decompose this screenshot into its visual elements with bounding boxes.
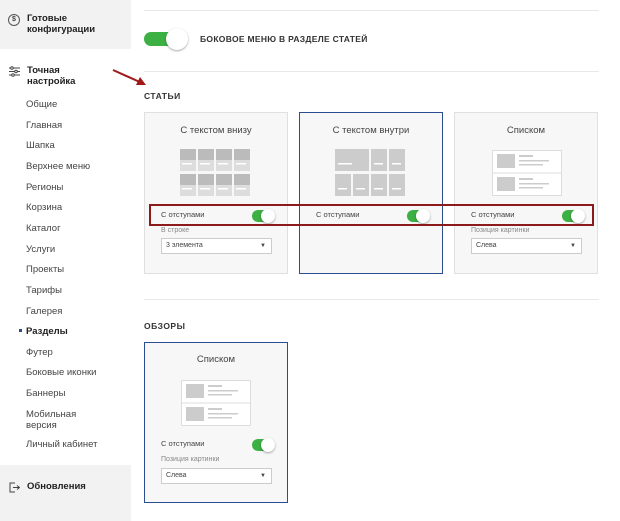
- sidebar-item-updates[interactable]: Обновления: [8, 481, 86, 494]
- layout-tiles-preview-icon: [335, 149, 405, 196]
- articles-card-text-below[interactable]: С текстом внизу С отступами В строке 3 э…: [144, 112, 288, 274]
- sidebar-item-main-page[interactable]: Главная: [26, 120, 62, 131]
- divider: [144, 71, 599, 72]
- image-position-select[interactable]: Слева ▼: [471, 238, 582, 254]
- side-menu-toggle[interactable]: [144, 28, 188, 50]
- side-menu-toggle-label: БОКОВОЕ МЕНЮ В РАЗДЕЛЕ СТАТЕЙ: [200, 34, 368, 44]
- active-indicator: [19, 329, 22, 332]
- card-title: Списком: [506, 125, 546, 136]
- reviews-card-list[interactable]: Списком С отступами Позиция картинки Сле…: [144, 342, 288, 503]
- card-title: С текстом внутри: [332, 125, 410, 136]
- card-sub-label: Позиция картинки: [161, 456, 220, 463]
- sidebar-item-footer[interactable]: Футер: [26, 347, 53, 358]
- sidebar-ready-configs-block[interactable]: $ Готовые конфигурации: [0, 0, 131, 49]
- articles-section-title: СТАТЬИ: [144, 91, 181, 101]
- sidebar-item-label: Обновления: [27, 481, 86, 492]
- sidebar-item-banners[interactable]: Баннеры: [26, 388, 65, 399]
- card-sub-label: Позиция картинки: [471, 227, 530, 234]
- chevron-down-icon: ▼: [260, 473, 266, 479]
- chevron-down-icon: ▼: [570, 243, 576, 249]
- sidebar-item-label: Готовые конфигурации: [27, 13, 96, 35]
- card-padding-toggle[interactable]: [252, 438, 275, 452]
- chevron-down-icon: ▼: [260, 243, 266, 249]
- sidebar-item-projects[interactable]: Проекты: [26, 264, 64, 275]
- sidebar-item-account[interactable]: Личный кабинет: [26, 439, 97, 450]
- card-title: Списком: [196, 354, 236, 365]
- exit-icon: [8, 482, 20, 494]
- divider: [144, 10, 599, 11]
- dollar-circle-icon: $: [8, 14, 20, 26]
- sidebar-updates-block[interactable]: Обновления: [0, 465, 131, 521]
- sidebar-item-catalog[interactable]: Каталог: [26, 223, 61, 234]
- sidebar-item-ready-configs[interactable]: $ Готовые конфигурации: [8, 13, 107, 35]
- toggle-knob: [166, 28, 188, 50]
- sidebar-item-gallery[interactable]: Галерея: [26, 306, 62, 317]
- toggle-knob: [261, 438, 275, 452]
- sidebar-item-services[interactable]: Услуги: [26, 244, 55, 255]
- sidebar-item-general[interactable]: Общие: [26, 99, 57, 110]
- select-value: Слева: [166, 472, 187, 479]
- sidebar-item-side-icons[interactable]: Боковые иконки: [26, 367, 96, 378]
- sidebar-item-cart[interactable]: Корзина: [26, 202, 62, 213]
- layout-list-preview-icon: [181, 380, 251, 426]
- divider: [144, 299, 599, 300]
- select-value: Слева: [476, 242, 497, 249]
- main-content: БОКОВОЕ МЕНЮ В РАЗДЕЛЕ СТАТЕЙ СТАТЬИ С т…: [144, 0, 600, 521]
- layout-grid-preview-icon: [180, 149, 250, 196]
- annotation-highlight-box: [149, 204, 594, 226]
- articles-card-text-inside[interactable]: С текстом внутри С отступами: [299, 112, 443, 274]
- layout-list-preview-icon: [492, 150, 562, 196]
- card-option-label: С отступами: [161, 439, 205, 448]
- sidebar-item-header[interactable]: Шапка: [26, 140, 55, 151]
- sidebar-item-tariffs[interactable]: Тарифы: [26, 285, 62, 296]
- sidebar-item-regions[interactable]: Регионы: [26, 182, 63, 193]
- sidebar-item-top-menu[interactable]: Верхнее меню: [26, 161, 90, 172]
- articles-card-list[interactable]: Списком С отступами Позиция картинки Сле…: [454, 112, 598, 274]
- annotation-arrow-icon: [112, 69, 146, 85]
- select-value: 3 элемента: [166, 242, 203, 249]
- card-title: С текстом внизу: [180, 125, 252, 136]
- card-sub-label: В строке: [161, 227, 190, 234]
- sidebar-item-mobile[interactable]: Мобильная версия: [26, 409, 96, 431]
- sidebar-item-fine-tuning[interactable]: Точная настройка: [8, 65, 87, 87]
- image-position-select[interactable]: Слева ▼: [161, 468, 272, 484]
- sidebar-item-label: Точная настройка: [27, 65, 76, 87]
- sidebar-item-sections[interactable]: Разделы: [26, 326, 68, 337]
- reviews-section-title: ОБЗОРЫ: [144, 321, 186, 331]
- sliders-icon: [8, 66, 20, 78]
- items-per-row-select[interactable]: 3 элемента ▼: [161, 238, 272, 254]
